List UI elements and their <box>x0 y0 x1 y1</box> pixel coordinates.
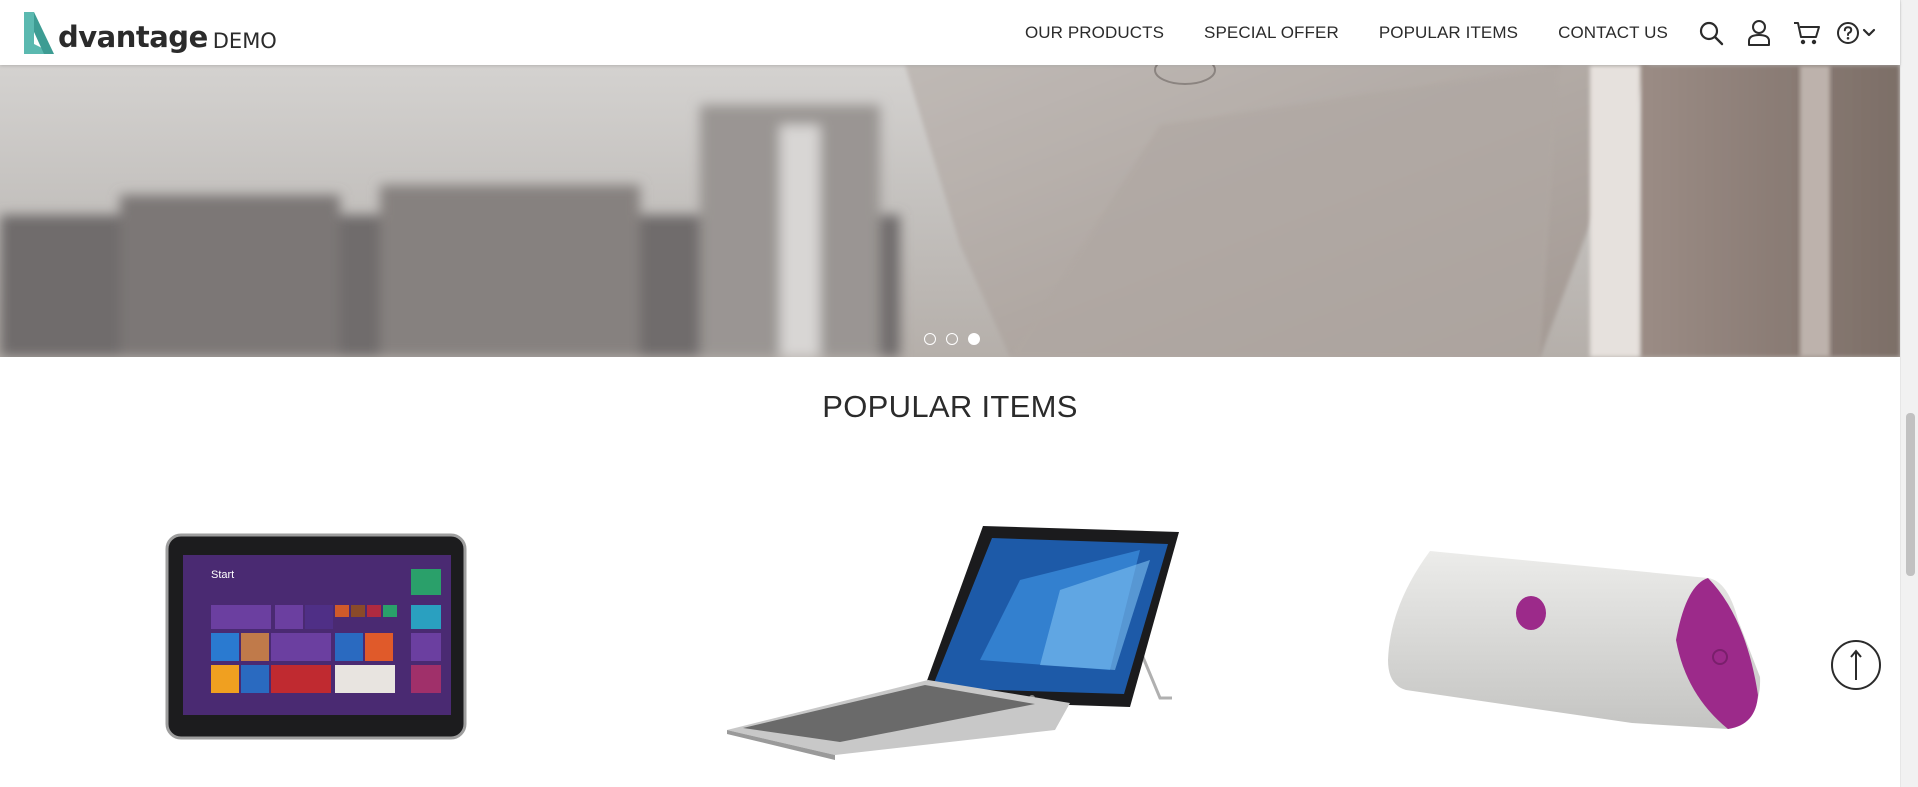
help-menu[interactable] <box>1836 21 1876 45</box>
page-scrollbar[interactable] <box>1900 0 1918 787</box>
carousel-dot-1[interactable] <box>924 333 936 345</box>
carousel-indicators <box>924 333 990 345</box>
nav-popular-items[interactable]: POPULAR ITEMS <box>1379 23 1518 43</box>
product-tablet[interactable]: Start <box>165 533 467 740</box>
nav-our-products[interactable]: OUR PRODUCTS <box>1025 23 1164 43</box>
top-header: dvantage DEMO OUR PRODUCTS SPECIAL OFFER… <box>0 0 1900 65</box>
carousel-dot-3[interactable] <box>968 333 980 345</box>
logo-mark-icon <box>24 12 54 54</box>
section-title-popular-items: POPULAR ITEMS <box>822 389 1078 424</box>
page: dvantage DEMO OUR PRODUCTS SPECIAL OFFER… <box>0 0 1918 787</box>
hero-background <box>0 65 1900 357</box>
logo-brand-text: dvantage <box>58 20 208 54</box>
help-icon <box>1837 21 1859 44</box>
chevron-down-icon <box>1862 28 1876 36</box>
advantage-logo[interactable]: dvantage DEMO <box>22 8 277 56</box>
user-icon[interactable] <box>1744 18 1774 48</box>
cart-icon[interactable] <box>1792 18 1822 48</box>
search-icon[interactable] <box>1696 18 1726 48</box>
speaker-product-image <box>1388 551 1761 729</box>
main-nav: OUR PRODUCTS SPECIAL OFFER POPULAR ITEMS… <box>1025 0 1900 65</box>
nav-contact-us[interactable]: CONTACT US <box>1558 23 1668 43</box>
product-laptop[interactable] <box>720 520 1180 760</box>
hero-banner-image <box>0 65 1900 357</box>
product-speaker[interactable] <box>1386 545 1762 733</box>
nav-icons <box>1696 18 1876 48</box>
carousel-dot-2[interactable] <box>946 333 958 345</box>
logo-suffix-text: DEMO <box>212 29 277 53</box>
svg-text:Start: Start <box>211 569 234 581</box>
scroll-to-top-button[interactable] <box>1831 640 1881 690</box>
arrow-up-icon <box>1850 649 1862 680</box>
laptop-product-image <box>727 526 1179 760</box>
scrollbar-thumb[interactable] <box>1906 413 1915 576</box>
nav-special-offer[interactable]: SPECIAL OFFER <box>1204 23 1339 43</box>
tablet-product-image: Start <box>165 533 467 740</box>
